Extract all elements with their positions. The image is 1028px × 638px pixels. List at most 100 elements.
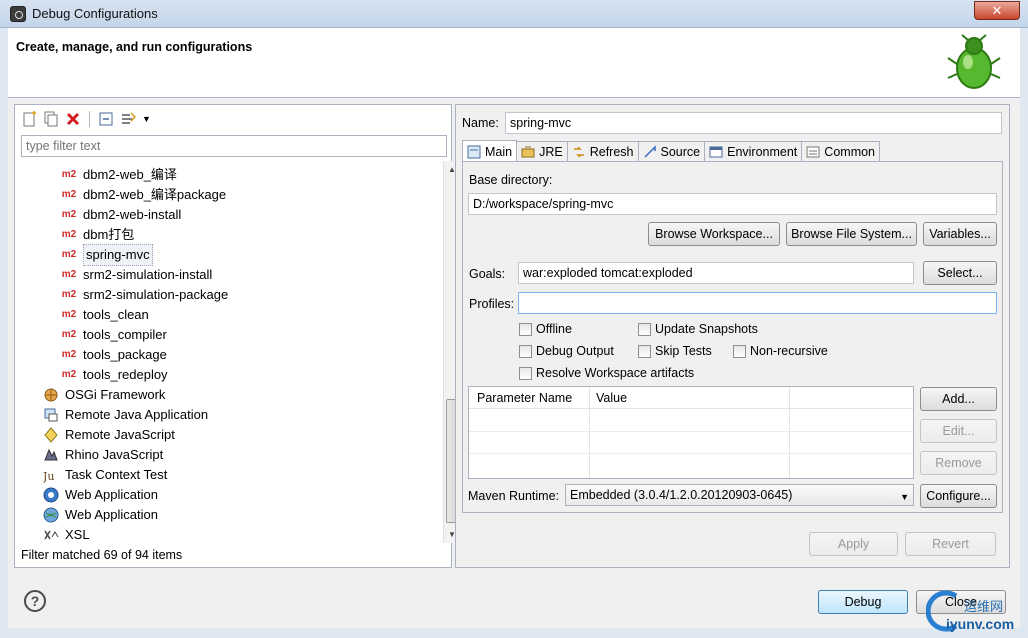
tree-item[interactable]: Web Application: [43, 505, 158, 525]
watermark-text-2: iyunv.com: [946, 616, 1015, 632]
tree-item[interactable]: m2 dbm2-web_编译: [61, 165, 177, 185]
config-tabs: Main JRE Refresh Source Environment Common: [462, 140, 881, 162]
delete-icon[interactable]: [65, 111, 81, 127]
tree-item[interactable]: Ju Task Context Test: [42, 465, 167, 485]
update-snapshots-checkbox[interactable]: Update Snapshots: [638, 322, 758, 336]
offline-checkbox[interactable]: Offline: [519, 322, 572, 336]
maven-runtime-select[interactable]: Embedded (3.0.4/1.2.0.20120903-0645) ▼: [565, 484, 914, 506]
maven-m2-icon: m2: [61, 209, 77, 220]
site-watermark: 运维网 iyunv.com: [926, 588, 1026, 636]
maven-m2-icon: m2: [61, 369, 77, 380]
parameters-table[interactable]: Parameter Name Value: [468, 386, 914, 479]
goals-field[interactable]: war:exploded tomcat:exploded: [518, 262, 914, 284]
tab-jre[interactable]: JRE: [516, 141, 568, 162]
filter-dropdown-icon[interactable]: ▼: [142, 114, 151, 124]
tree-item-label: dbm打包: [83, 227, 135, 242]
filter-input[interactable]: [21, 135, 447, 157]
duplicate-icon[interactable]: [43, 111, 59, 127]
configuration-editor-pane: Name: spring-mvc Main JRE Refresh Source Env…: [455, 104, 1010, 568]
tree-item-label: OSGi Framework: [65, 387, 166, 402]
tree-item[interactable]: Remote JavaScript: [43, 425, 175, 445]
tree-item[interactable]: m2 spring-mvc: [61, 244, 153, 266]
xsl-icon: [43, 527, 59, 543]
configuration-tree: m2 dbm2-web_编译 m2 dbm2-web_编译package m2 dbm2-…: [15, 161, 429, 545]
tree-item[interactable]: m2 dbm打包: [61, 225, 135, 245]
configure-runtime-button[interactable]: Configure...: [920, 484, 997, 508]
tab-main[interactable]: Main: [462, 140, 518, 162]
tree-item[interactable]: m2 srm2-simulation-install: [61, 265, 213, 285]
tree-item-label: srm2-simulation-install: [83, 267, 213, 282]
tab-label: Source: [660, 145, 701, 159]
tree-item-label: tools_redeploy: [83, 367, 168, 382]
filter-status: Filter matched 69 of 94 items: [21, 548, 183, 562]
tree-item[interactable]: Web Application: [43, 485, 158, 505]
tree-item-label: dbm2-web-install: [83, 207, 182, 222]
filter-configurations-icon[interactable]: [120, 111, 136, 127]
tree-item[interactable]: XSL: [43, 525, 90, 545]
configuration-list-pane: ▼ m2 dbm2-web_编译 m2 dbm2-web_编译package m2 dbm…: [14, 104, 459, 568]
browse-workspace-button[interactable]: Browse Workspace...: [648, 222, 780, 246]
parameter-name-column[interactable]: Parameter Name: [477, 391, 572, 405]
tree-item-label: dbm2-web_编译package: [83, 187, 227, 202]
tab-environment[interactable]: Environment: [704, 141, 803, 162]
main-tab-icon: [467, 145, 481, 159]
checkbox-box[interactable]: [638, 344, 651, 358]
add-parameter-button[interactable]: Add...: [920, 387, 997, 411]
browse-file-system-button[interactable]: Browse File System...: [786, 222, 917, 246]
maven-runtime-label: Maven Runtime:: [468, 489, 560, 503]
tab-source[interactable]: Source: [637, 141, 706, 162]
tree-item[interactable]: m2 tools_package: [61, 345, 167, 365]
resolve-workspace-checkbox[interactable]: Resolve Workspace artifacts: [519, 366, 694, 380]
maven-m2-icon: m2: [61, 189, 77, 200]
tree-item-label: Remote JavaScript: [65, 427, 175, 442]
name-field[interactable]: spring-mvc: [505, 112, 1002, 134]
common-icon: [806, 145, 820, 159]
help-icon[interactable]: ?: [24, 590, 46, 612]
debug-button[interactable]: Debug: [818, 590, 908, 614]
profiles-field[interactable]: [518, 292, 997, 314]
apply-button[interactable]: Apply: [809, 532, 898, 556]
debug-output-checkbox[interactable]: Debug Output: [519, 344, 614, 358]
dialog-heading: Create, manage, and run configurations: [16, 40, 253, 54]
remove-parameter-button[interactable]: Remove: [920, 451, 997, 475]
base-directory-field[interactable]: D:/workspace/spring-mvc: [468, 193, 997, 215]
tree-item[interactable]: m2 srm2-simulation-package: [61, 285, 228, 305]
select-goals-button[interactable]: Select...: [923, 261, 997, 285]
bug-icon: [947, 34, 1001, 89]
tab-common[interactable]: Common: [801, 141, 881, 162]
svg-text:Ju: Ju: [43, 470, 55, 483]
tree-item[interactable]: Rhino JavaScript: [43, 445, 163, 465]
checkbox-box[interactable]: [733, 344, 746, 358]
checkbox-box[interactable]: [519, 344, 532, 358]
skip-tests-label: Skip Tests: [655, 344, 712, 358]
tree-item[interactable]: m2 tools_compiler: [61, 325, 167, 345]
revert-button[interactable]: Revert: [905, 532, 996, 556]
new-configuration-icon[interactable]: [21, 111, 37, 127]
tab-refresh[interactable]: Refresh: [566, 141, 639, 162]
tree-item-label: tools_clean: [83, 307, 149, 322]
tree-item[interactable]: m2 dbm2-web-install: [61, 205, 182, 225]
maven-m2-icon: m2: [61, 229, 77, 240]
base-directory-label: Base directory:: [469, 173, 553, 187]
value-column[interactable]: Value: [596, 391, 627, 405]
tree-item-label: Remote Java Application: [65, 407, 209, 422]
tree-item[interactable]: m2 tools_redeploy: [61, 365, 168, 385]
checkbox-box[interactable]: [519, 366, 532, 380]
non-recursive-checkbox[interactable]: Non-recursive: [733, 344, 828, 358]
collapse-all-icon[interactable]: [98, 111, 114, 127]
rhino-icon: [43, 447, 59, 463]
skip-tests-checkbox[interactable]: Skip Tests: [638, 344, 712, 358]
maven-m2-icon: m2: [61, 269, 77, 280]
profiles-label: Profiles:: [469, 297, 515, 311]
variables-button[interactable]: Variables...: [923, 222, 997, 246]
tab-label: Environment: [727, 145, 798, 159]
dialog-header: Create, manage, and run configurations: [8, 28, 1020, 98]
checkbox-box[interactable]: [638, 322, 651, 336]
tree-item[interactable]: OSGi Framework: [43, 385, 165, 405]
tree-item[interactable]: m2 tools_clean: [61, 305, 149, 325]
checkbox-box[interactable]: [519, 322, 532, 336]
tree-item[interactable]: m2 dbm2-web_编译package: [61, 185, 226, 205]
edit-parameter-button[interactable]: Edit...: [920, 419, 997, 443]
window-close-button[interactable]: ✕: [974, 1, 1020, 20]
tree-item[interactable]: Remote Java Application: [43, 405, 208, 425]
